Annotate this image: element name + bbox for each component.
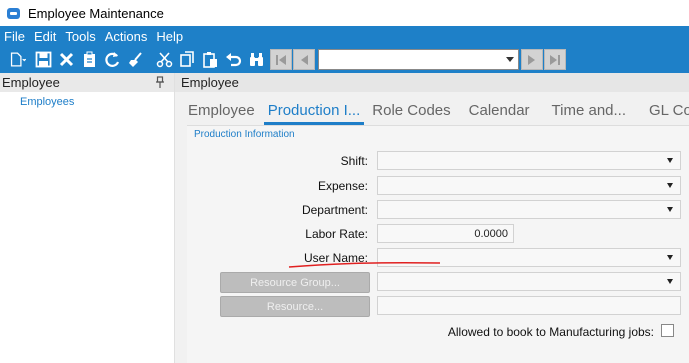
tab-employee[interactable]: Employee bbox=[188, 102, 255, 125]
tree-panel: Employee Employees bbox=[0, 73, 175, 363]
chevron-down-icon bbox=[667, 207, 673, 212]
cut-icon[interactable] bbox=[153, 49, 175, 71]
paste-icon[interactable] bbox=[199, 49, 221, 71]
shift-dropdown[interactable] bbox=[377, 151, 681, 170]
binoculars-icon[interactable] bbox=[245, 49, 267, 71]
first-record-button[interactable] bbox=[270, 49, 292, 70]
menu-file[interactable]: File bbox=[4, 29, 25, 44]
chevron-down-icon bbox=[667, 183, 673, 188]
menu-tools[interactable]: Tools bbox=[65, 29, 95, 44]
expense-dropdown[interactable] bbox=[377, 176, 681, 195]
resource-button[interactable]: Resource... bbox=[220, 296, 370, 317]
copy-icon[interactable] bbox=[176, 49, 198, 71]
tab-gl-codes[interactable]: GL Co bbox=[649, 102, 689, 125]
resource-field[interactable] bbox=[377, 296, 681, 315]
clipboard-icon[interactable] bbox=[78, 49, 100, 71]
red-underline-annotation bbox=[288, 261, 441, 268]
next-record-button[interactable] bbox=[521, 49, 543, 70]
resource-group-dropdown[interactable] bbox=[377, 272, 681, 291]
menu-actions[interactable]: Actions bbox=[105, 29, 148, 44]
menu-edit[interactable]: Edit bbox=[34, 29, 56, 44]
chevron-down-icon bbox=[667, 255, 673, 260]
tree-panel-title: Employee bbox=[2, 75, 60, 90]
chevron-down-icon bbox=[667, 279, 673, 284]
clear-icon[interactable] bbox=[124, 49, 146, 71]
department-dropdown[interactable] bbox=[377, 200, 681, 219]
menu-bar: File Edit Tools Actions Help bbox=[0, 26, 689, 46]
manufacturing-jobs-label: Allowed to book to Manufacturing jobs: bbox=[447, 325, 654, 339]
record-selector[interactable] bbox=[318, 49, 519, 70]
app-icon bbox=[7, 7, 20, 19]
resource-group-button[interactable]: Resource Group... bbox=[220, 272, 370, 293]
save-icon[interactable] bbox=[32, 49, 54, 71]
title-bar: Employee Maintenance bbox=[0, 0, 689, 26]
labor-rate-label: Labor Rate: bbox=[305, 227, 368, 241]
tab-time-and[interactable]: Time and... bbox=[552, 102, 626, 125]
department-label: Department: bbox=[301, 203, 368, 217]
shift-label: Shift: bbox=[340, 154, 368, 168]
refresh-icon[interactable] bbox=[101, 49, 123, 71]
tab-strip: Employee Production I... Role Codes Cale… bbox=[175, 95, 689, 125]
delete-icon[interactable] bbox=[55, 49, 77, 71]
main-panel-header: Employee bbox=[175, 73, 689, 92]
window-title: Employee Maintenance bbox=[28, 5, 164, 21]
previous-record-button[interactable] bbox=[293, 49, 315, 70]
last-record-button[interactable] bbox=[544, 49, 566, 70]
manufacturing-jobs-checkbox[interactable] bbox=[661, 324, 674, 337]
labor-rate-field[interactable]: 0.0000 bbox=[377, 224, 514, 243]
tree-panel-header: Employee bbox=[0, 73, 174, 92]
pin-icon[interactable] bbox=[155, 76, 165, 88]
chevron-down-icon bbox=[667, 158, 673, 163]
toolbar bbox=[0, 46, 689, 73]
new-icon[interactable] bbox=[3, 49, 31, 71]
section-title: Production Information bbox=[194, 129, 295, 140]
expense-label: Expense: bbox=[317, 179, 368, 193]
tab-role-codes[interactable]: Role Codes bbox=[372, 102, 450, 125]
chevron-down-icon bbox=[506, 57, 514, 62]
menu-help[interactable]: Help bbox=[156, 29, 183, 44]
tab-production-info[interactable]: Production I... bbox=[263, 102, 364, 125]
tab-calendar[interactable]: Calendar bbox=[469, 102, 530, 125]
undo-icon[interactable] bbox=[222, 49, 244, 71]
tree-item-employees[interactable]: Employees bbox=[20, 96, 74, 108]
